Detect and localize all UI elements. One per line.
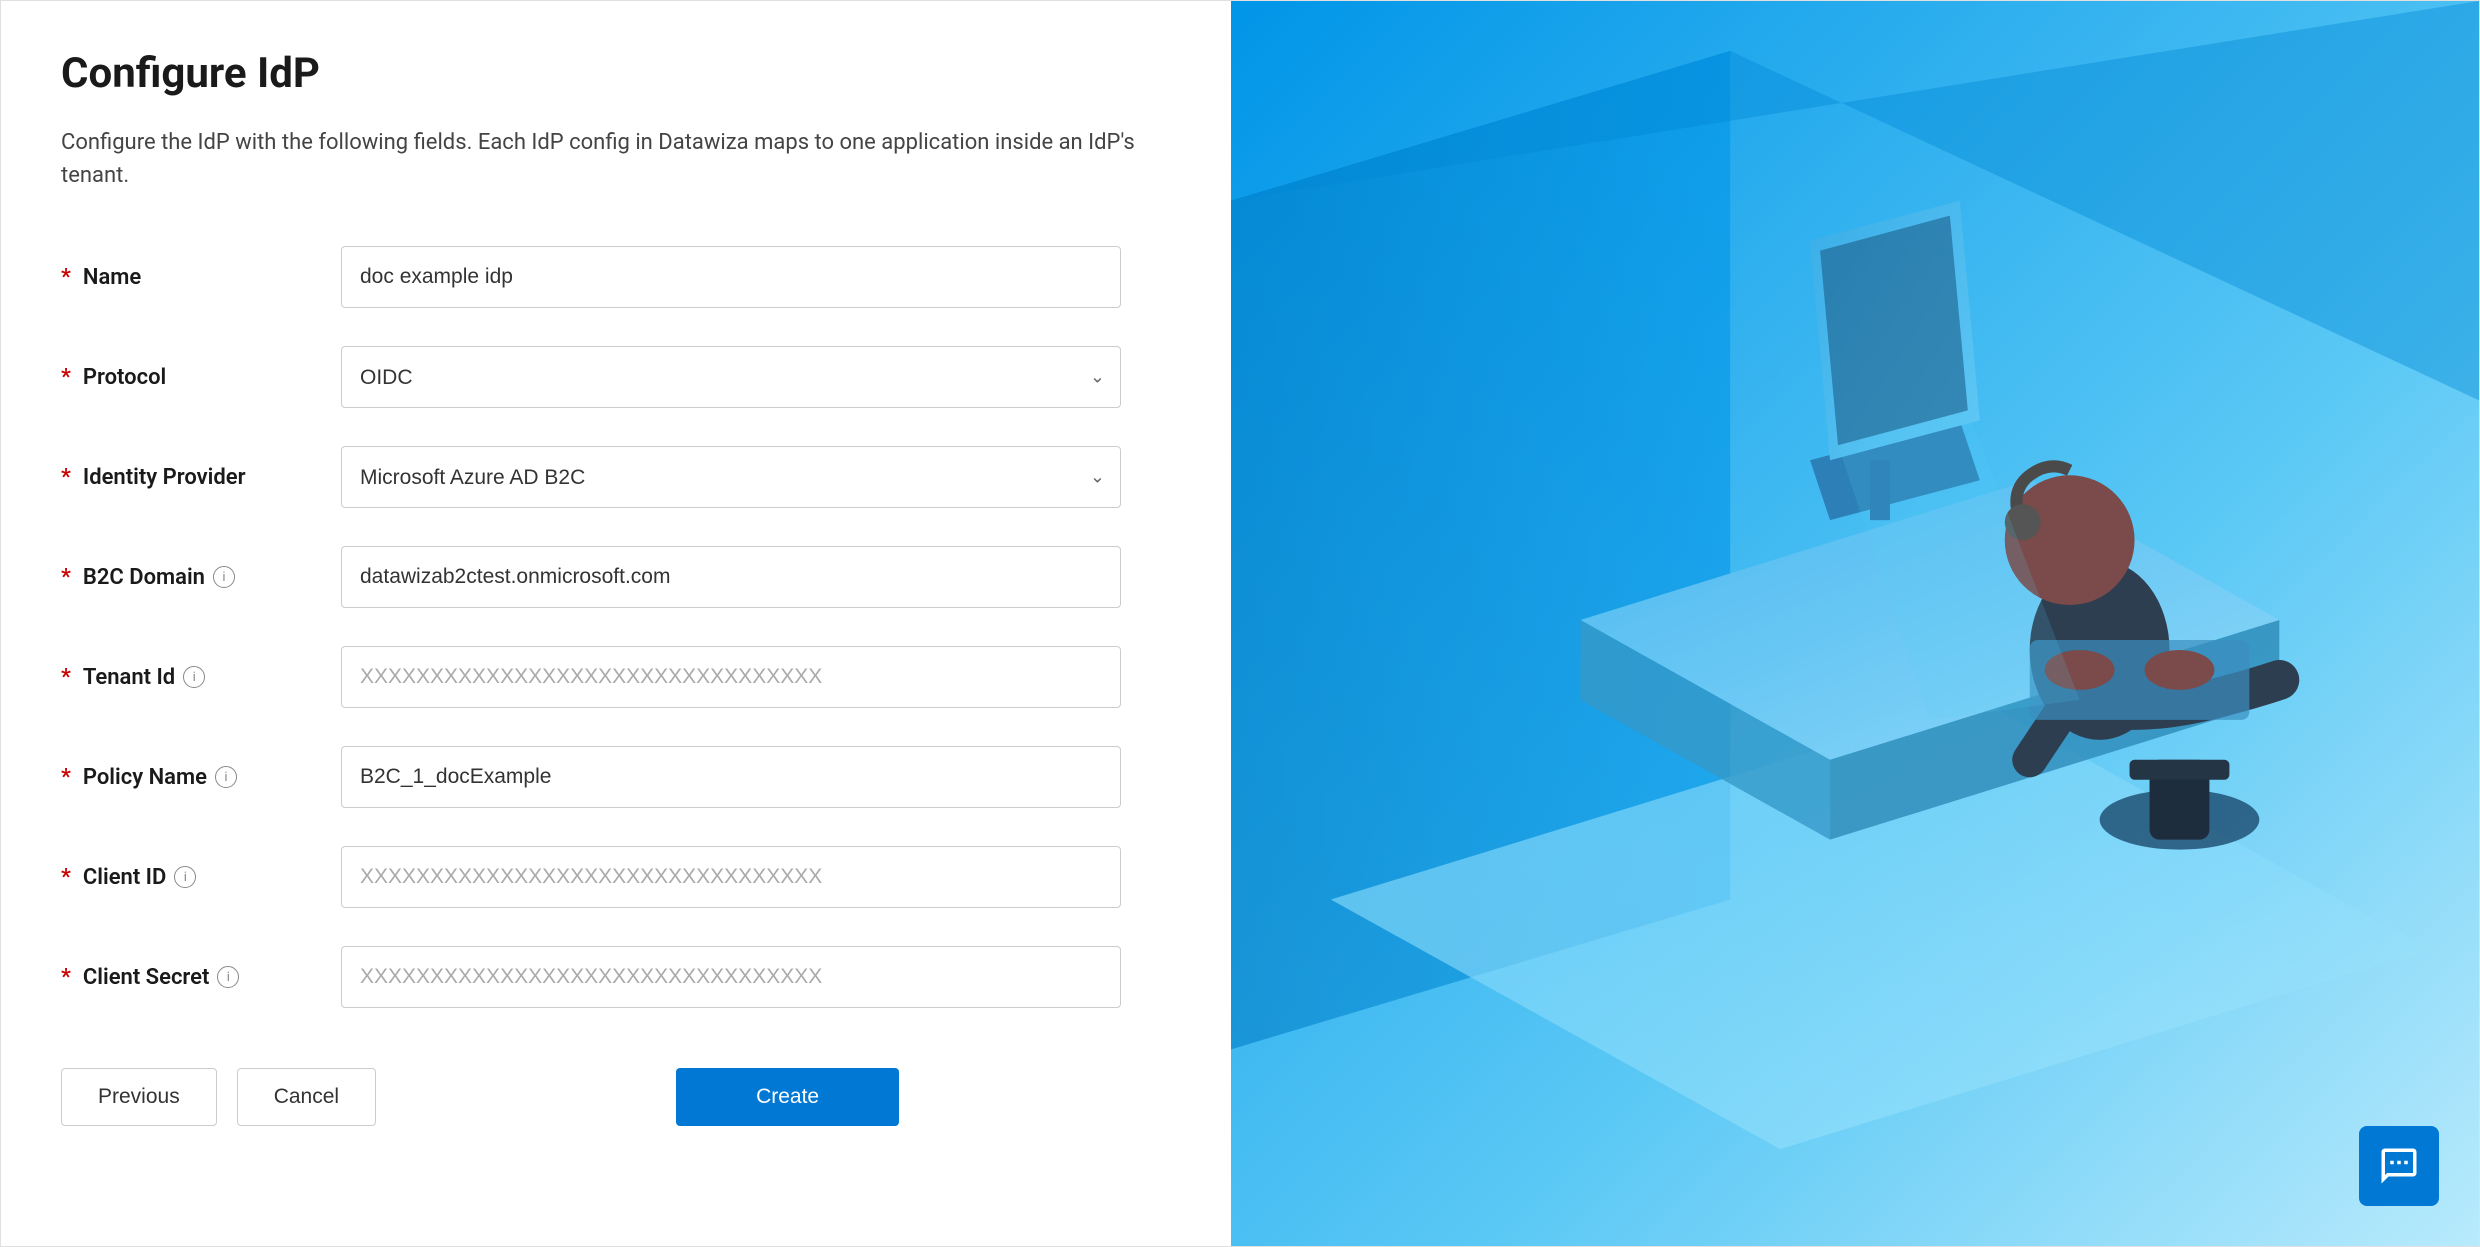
tenant-id-required-star: *: [61, 665, 71, 690]
name-label: * Name: [61, 265, 341, 290]
client-secret-info-icon[interactable]: i: [217, 966, 239, 988]
b2c-domain-info-icon[interactable]: i: [213, 566, 235, 588]
name-field-group: * Name: [61, 246, 1171, 308]
identity-provider-field-group: * Identity Provider Microsoft Azure AD B…: [61, 446, 1171, 508]
identity-provider-select[interactable]: Microsoft Azure AD B2C Azure AD Okta Aut…: [341, 446, 1121, 508]
b2c-domain-label: * B2C Domain i: [61, 565, 341, 590]
name-input[interactable]: [341, 246, 1121, 308]
policy-name-label: * Policy Name i: [61, 765, 341, 790]
protocol-select[interactable]: OIDC SAML: [341, 346, 1121, 408]
b2c-domain-field-group: * B2C Domain i: [61, 546, 1171, 608]
client-secret-required-star: *: [61, 965, 71, 990]
client-id-required-star: *: [61, 865, 71, 890]
identity-provider-required-star: *: [61, 465, 71, 490]
tenant-id-label: * Tenant Id i: [61, 665, 341, 690]
protocol-select-wrapper: OIDC SAML ⌄: [341, 346, 1121, 408]
client-secret-label: * Client Secret i: [61, 965, 341, 990]
page-description: Configure the IdP with the following fie…: [61, 126, 1171, 192]
tenant-id-input[interactable]: [341, 646, 1121, 708]
b2c-domain-required-star: *: [61, 565, 71, 590]
b2c-domain-input[interactable]: [341, 546, 1121, 608]
page-title: Configure IdP: [61, 49, 1171, 98]
name-required-star: *: [61, 265, 71, 290]
client-id-label: * Client ID i: [61, 865, 341, 890]
client-secret-field-group: * Client Secret i: [61, 946, 1171, 1008]
client-id-field-group: * Client ID i: [61, 846, 1171, 908]
tenant-id-field-group: * Tenant Id i: [61, 646, 1171, 708]
policy-name-info-icon[interactable]: i: [215, 766, 237, 788]
client-secret-input[interactable]: [341, 946, 1121, 1008]
protocol-field-group: * Protocol OIDC SAML ⌄: [61, 346, 1171, 408]
form-section: Configure IdP Configure the IdP with the…: [1, 1, 1231, 1246]
protocol-required-star: *: [61, 365, 71, 390]
footer-buttons: Previous Cancel Create: [61, 1068, 1171, 1126]
protocol-label: * Protocol: [61, 365, 341, 390]
client-id-input[interactable]: [341, 846, 1121, 908]
illustration-graphic: [1231, 1, 2479, 1246]
cancel-button[interactable]: Cancel: [237, 1068, 376, 1126]
chat-button[interactable]: [2359, 1126, 2439, 1206]
policy-name-input[interactable]: [341, 746, 1121, 808]
client-id-info-icon[interactable]: i: [174, 866, 196, 888]
previous-button[interactable]: Previous: [61, 1068, 217, 1126]
illustration-section: [1231, 1, 2479, 1246]
policy-name-field-group: * Policy Name i: [61, 746, 1171, 808]
chat-icon: [2378, 1145, 2420, 1187]
create-button[interactable]: Create: [676, 1068, 899, 1126]
policy-name-required-star: *: [61, 765, 71, 790]
tenant-id-info-icon[interactable]: i: [183, 666, 205, 688]
identity-provider-label: * Identity Provider: [61, 465, 341, 490]
identity-provider-select-wrapper: Microsoft Azure AD B2C Azure AD Okta Aut…: [341, 446, 1121, 508]
